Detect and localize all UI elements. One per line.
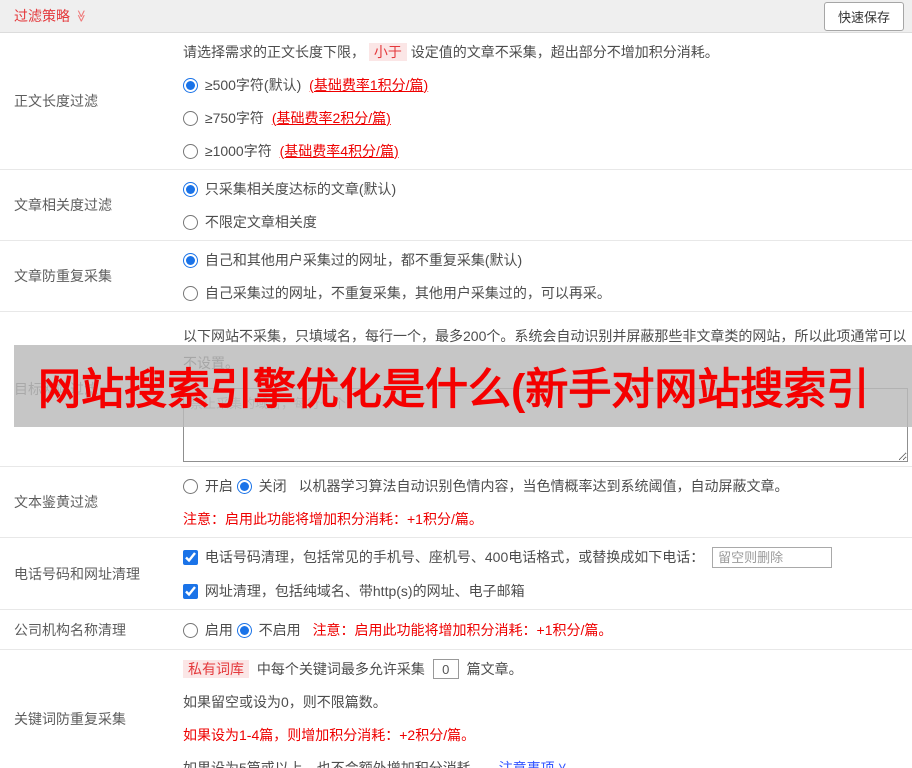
dedup-option-self: 自己采集过的网址，不重复采集，其他用户采集过的，可以再采。 <box>183 283 908 303</box>
porn-filter-options: 开启 关闭 以机器学习算法自动识别色情内容，当色情概率达到系统阈值，自动屏蔽文章… <box>183 476 908 496</box>
private-thesaurus-highlight: 私有词库 <box>183 659 249 678</box>
row-porn-filter: 文本鉴黄过滤 开启 关闭 以机器学习算法自动识别色情内容，当色情概率达到系统阈值… <box>0 467 912 538</box>
phone-clean-line: 电话号码清理，包括常见的手机号、座机号、400电话格式，或替换成如下电话： <box>183 546 908 568</box>
length-750-radio[interactable] <box>183 110 198 126</box>
caption-overlay-text: 网站搜索引擎优化是什么(新手对网站搜索引 <box>38 366 870 414</box>
porn-filter-warning: 注意：启用此功能将增加积分消耗：+1积分/篇。 <box>183 510 483 527</box>
chevron-down-icon: ≫ <box>552 763 572 768</box>
company-clean-warning: 注意：启用此功能将增加积分消耗：+1积分/篇。 <box>312 621 613 638</box>
length-1000-radio[interactable] <box>183 143 198 159</box>
row-label: 关键词防重复采集 <box>14 710 126 727</box>
porn-filter-desc: 以机器学习算法自动识别色情内容，当色情概率达到系统阈值，自动屏蔽文章。 <box>298 477 789 494</box>
caption-overlay: 网站搜索引擎优化是什么(新手对网站搜索引 <box>14 345 912 427</box>
replacement-phone-input[interactable] <box>712 546 833 568</box>
row-relevance-filter: 文章相关度过滤 只采集相关度达标的文章(默认) 不限定文章相关度 <box>0 170 912 241</box>
keyword-note-over5: 如果设为5篇或以上，也不会额外增加积分消耗。 注意事项≫ <box>183 758 908 768</box>
relevance-option-any: 不限定文章相关度 <box>183 212 908 232</box>
relevance-strict-radio[interactable] <box>183 181 198 197</box>
row-label: 文本鉴黄过滤 <box>14 494 98 510</box>
length-500-radio[interactable] <box>183 77 198 93</box>
length-option-750: ≥750字符 (基础费率2积分/篇) <box>183 108 908 128</box>
row-company-clean: 公司机构名称清理 启用 不启用 注意：启用此功能将增加积分消耗：+1积分/篇。 <box>0 610 912 650</box>
less-than-highlight: 小于 <box>368 42 407 61</box>
row-label: 正文长度过滤 <box>14 93 98 109</box>
notice-link[interactable]: 注意事项≫ <box>499 760 569 768</box>
chevron-down-icon: ≫ <box>74 9 89 23</box>
row-label: 电话号码和网址清理 <box>14 565 140 582</box>
dedup-global-radio[interactable] <box>183 252 198 268</box>
quick-save-button[interactable]: 快速保存 <box>823 1 904 31</box>
company-clean-options: 启用 不启用 注意：启用此功能将增加积分消耗：+1积分/篇。 <box>183 620 908 640</box>
company-disable-radio[interactable] <box>236 622 252 638</box>
length-filter-intro: 请选择需求的正文长度下限， 小于 设定值的文章不采集，超出部分不增加积分消耗。 <box>183 42 719 61</box>
max-articles-input[interactable] <box>432 659 459 679</box>
dedup-self-radio[interactable] <box>183 285 198 301</box>
row-content-length-filter: 正文长度过滤 请选择需求的正文长度下限， 小于 设定值的文章不采集，超出部分不增… <box>0 33 912 170</box>
length-750-fee-note: (基础费率2积分/篇) <box>271 109 391 126</box>
dedup-option-global: 自己和其他用户采集过的网址，都不重复采集(默认) <box>183 250 908 270</box>
length-500-fee-note: (基础费率1积分/篇) <box>309 76 429 93</box>
length-option-500: ≥500字符(默认) (基础费率1积分/篇) <box>183 75 908 95</box>
row-label: 文章防重复采集 <box>14 268 112 284</box>
length-1000-fee-note: (基础费率4积分/篇) <box>279 142 399 159</box>
url-clean-checkbox[interactable] <box>183 583 198 599</box>
row-article-dedup: 文章防重复采集 自己和其他用户采集过的网址，都不重复采集(默认) 自己采集过的网… <box>0 241 912 312</box>
company-enable-radio[interactable] <box>183 622 198 638</box>
length-option-1000: ≥1000字符 (基础费率4积分/篇) <box>183 141 908 161</box>
row-label: 公司机构名称清理 <box>14 621 126 638</box>
phone-clean-checkbox[interactable] <box>183 549 198 565</box>
row-keyword-dedup: 关键词防重复采集 私有词库 中每个关键词最多允许采集 篇文章。 如果留空或设为0… <box>0 650 912 768</box>
relevance-option-strict: 只采集相关度达标的文章(默认) <box>183 179 908 199</box>
relevance-any-radio[interactable] <box>183 214 198 230</box>
section-title-filter-strategy[interactable]: 过滤策略 ≫ <box>14 6 88 26</box>
row-label: 文章相关度过滤 <box>14 197 112 213</box>
row-phone-url-clean: 电话号码和网址清理 电话号码清理，包括常见的手机号、座机号、400电话格式，或替… <box>0 538 912 610</box>
porn-on-radio[interactable] <box>183 478 198 494</box>
keyword-limit-line: 私有词库 中每个关键词最多允许采集 篇文章。 <box>183 659 908 679</box>
topbar: 过滤策略 ≫ 快速保存 <box>0 0 912 33</box>
keyword-note-unlimited: 如果留空或设为0，则不限篇数。 <box>183 694 387 710</box>
porn-off-radio[interactable] <box>236 478 252 494</box>
keyword-note-fee: 如果设为1-4篇，则增加积分消耗：+2积分/篇。 <box>183 727 476 743</box>
section-title-label: 过滤策略 <box>14 8 70 24</box>
url-clean-line: 网址清理，包括纯域名、带http(s)的网址、电子邮箱 <box>183 581 908 601</box>
